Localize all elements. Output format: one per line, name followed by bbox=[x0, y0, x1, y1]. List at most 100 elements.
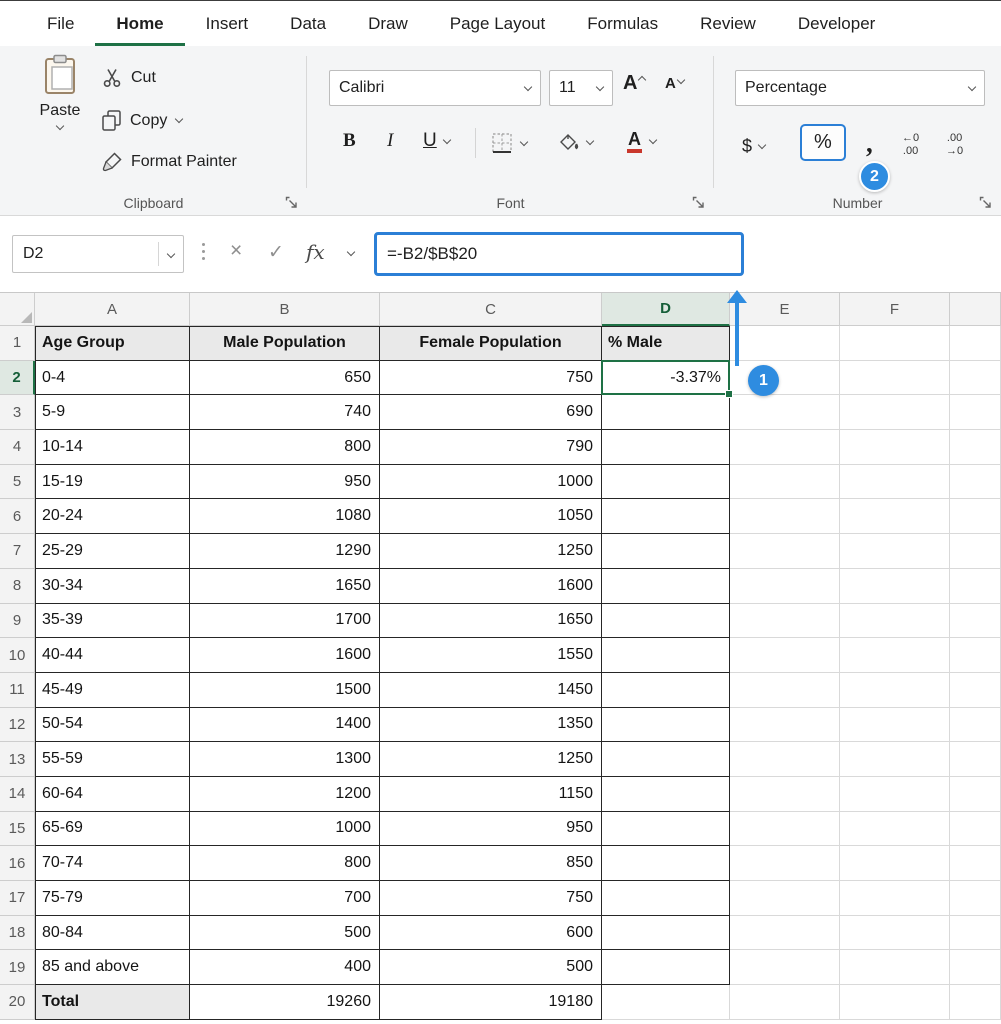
row-header-6[interactable]: 6 bbox=[0, 499, 35, 535]
row-header-10[interactable]: 10 bbox=[0, 638, 35, 673]
column-header-b[interactable]: B bbox=[190, 293, 380, 326]
comma-style-button[interactable]: , bbox=[866, 130, 873, 157]
cell-B12[interactable]: 1400 bbox=[190, 707, 380, 743]
cell-C11[interactable]: 1450 bbox=[380, 672, 602, 708]
cell-F15[interactable] bbox=[840, 811, 950, 847]
cell-C8[interactable]: 1600 bbox=[380, 568, 602, 604]
row-header-1[interactable]: 1 bbox=[0, 326, 35, 361]
cell-A2[interactable]: 0-4 bbox=[35, 360, 190, 396]
tab-file[interactable]: File bbox=[26, 1, 95, 46]
cell-C5[interactable]: 1000 bbox=[380, 464, 602, 500]
cell-A4[interactable]: 10-14 bbox=[35, 430, 190, 465]
cell-E10[interactable] bbox=[730, 638, 840, 673]
cell-C10[interactable]: 1550 bbox=[380, 638, 602, 673]
cell-B18[interactable]: 500 bbox=[190, 915, 380, 951]
cell-F3[interactable] bbox=[840, 395, 950, 431]
fill-color-button[interactable] bbox=[557, 132, 595, 152]
cell-E3[interactable] bbox=[730, 395, 840, 431]
cell-F7[interactable] bbox=[840, 534, 950, 569]
cell-D4[interactable] bbox=[602, 430, 730, 465]
cell-D11[interactable] bbox=[602, 672, 730, 708]
cell-D2[interactable]: -3.37% bbox=[601, 359, 733, 399]
number-format-combo[interactable]: Percentage bbox=[735, 70, 985, 106]
cell-A9[interactable]: 35-39 bbox=[35, 603, 190, 639]
cell-B14[interactable]: 1200 bbox=[190, 776, 380, 812]
cut-button[interactable]: Cut bbox=[102, 68, 156, 88]
tab-home[interactable]: Home bbox=[95, 1, 184, 46]
increase-decimal-button[interactable]: ←0 .00 bbox=[902, 132, 919, 157]
decrease-decimal-button[interactable]: .00 →0 bbox=[946, 132, 963, 157]
cell-F19[interactable] bbox=[840, 950, 950, 986]
cell-F2[interactable] bbox=[840, 360, 950, 396]
cell-D13[interactable] bbox=[602, 742, 730, 777]
cell-E4[interactable] bbox=[730, 430, 840, 465]
cell-x2[interactable] bbox=[950, 360, 1001, 396]
row-header-12[interactable]: 12 bbox=[0, 707, 35, 743]
font-dialog-launcher-icon[interactable] bbox=[692, 196, 705, 209]
cell-x20[interactable] bbox=[950, 985, 1001, 1020]
row-header-9[interactable]: 9 bbox=[0, 603, 35, 639]
tab-insert[interactable]: Insert bbox=[185, 1, 270, 46]
formula-bar-gripper[interactable] bbox=[202, 243, 205, 260]
cell-A1[interactable]: Age Group bbox=[35, 326, 190, 361]
row-header-13[interactable]: 13 bbox=[0, 742, 35, 777]
cell-B9[interactable]: 1700 bbox=[190, 603, 380, 639]
cancel-button[interactable]: × bbox=[230, 239, 242, 263]
cell-x4[interactable] bbox=[950, 430, 1001, 465]
copy-button[interactable]: Copy bbox=[102, 110, 184, 131]
cell-A12[interactable]: 50-54 bbox=[35, 707, 190, 743]
cell-D10[interactable] bbox=[602, 638, 730, 673]
cell-F16[interactable] bbox=[840, 846, 950, 881]
cell-D16[interactable] bbox=[602, 846, 730, 881]
cell-F9[interactable] bbox=[840, 603, 950, 639]
cell-C15[interactable]: 950 bbox=[380, 811, 602, 847]
cell-D6[interactable] bbox=[602, 499, 730, 535]
cell-B4[interactable]: 800 bbox=[190, 430, 380, 465]
cell-A11[interactable]: 45-49 bbox=[35, 672, 190, 708]
cell-F14[interactable] bbox=[840, 776, 950, 812]
cell-x8[interactable] bbox=[950, 568, 1001, 604]
cell-D12[interactable] bbox=[602, 707, 730, 743]
enter-button[interactable]: ✓ bbox=[268, 241, 284, 264]
cell-C14[interactable]: 1150 bbox=[380, 776, 602, 812]
cell-E15[interactable] bbox=[730, 811, 840, 847]
cell-x5[interactable] bbox=[950, 464, 1001, 500]
bold-button[interactable]: B bbox=[343, 130, 356, 152]
insert-function-button[interactable]: fx bbox=[306, 240, 325, 264]
row-header-17[interactable]: 17 bbox=[0, 881, 35, 916]
clipboard-dialog-launcher-icon[interactable] bbox=[285, 196, 298, 209]
cell-C19[interactable]: 500 bbox=[380, 950, 602, 986]
cell-F1[interactable] bbox=[840, 326, 950, 361]
cell-B6[interactable]: 1080 bbox=[190, 499, 380, 535]
cell-E13[interactable] bbox=[730, 742, 840, 777]
cell-x16[interactable] bbox=[950, 846, 1001, 881]
cell-C17[interactable]: 750 bbox=[380, 881, 602, 916]
row-header-8[interactable]: 8 bbox=[0, 568, 35, 604]
cell-D8[interactable] bbox=[602, 568, 730, 604]
cell-B13[interactable]: 1300 bbox=[190, 742, 380, 777]
cell-D1[interactable]: % Male bbox=[602, 326, 730, 361]
cell-F13[interactable] bbox=[840, 742, 950, 777]
cell-D7[interactable] bbox=[602, 534, 730, 569]
cell-x13[interactable] bbox=[950, 742, 1001, 777]
cell-D3[interactable] bbox=[602, 395, 730, 431]
cell-x7[interactable] bbox=[950, 534, 1001, 569]
row-header-16[interactable]: 16 bbox=[0, 846, 35, 881]
cell-A13[interactable]: 55-59 bbox=[35, 742, 190, 777]
cell-C1[interactable]: Female Population bbox=[380, 326, 602, 361]
cell-D17[interactable] bbox=[602, 881, 730, 916]
cell-F18[interactable] bbox=[840, 915, 950, 951]
cell-C12[interactable]: 1350 bbox=[380, 707, 602, 743]
cell-A8[interactable]: 30-34 bbox=[35, 568, 190, 604]
cell-F8[interactable] bbox=[840, 568, 950, 604]
cell-F4[interactable] bbox=[840, 430, 950, 465]
cell-F5[interactable] bbox=[840, 464, 950, 500]
cell-A18[interactable]: 80-84 bbox=[35, 915, 190, 951]
cell-B15[interactable]: 1000 bbox=[190, 811, 380, 847]
tab-page-layout[interactable]: Page Layout bbox=[429, 1, 566, 46]
cell-B16[interactable]: 800 bbox=[190, 846, 380, 881]
cell-E1[interactable] bbox=[730, 326, 840, 361]
cell-E20[interactable] bbox=[730, 985, 840, 1020]
cell-B19[interactable]: 400 bbox=[190, 950, 380, 986]
cell-A19[interactable]: 85 and above bbox=[35, 950, 190, 986]
